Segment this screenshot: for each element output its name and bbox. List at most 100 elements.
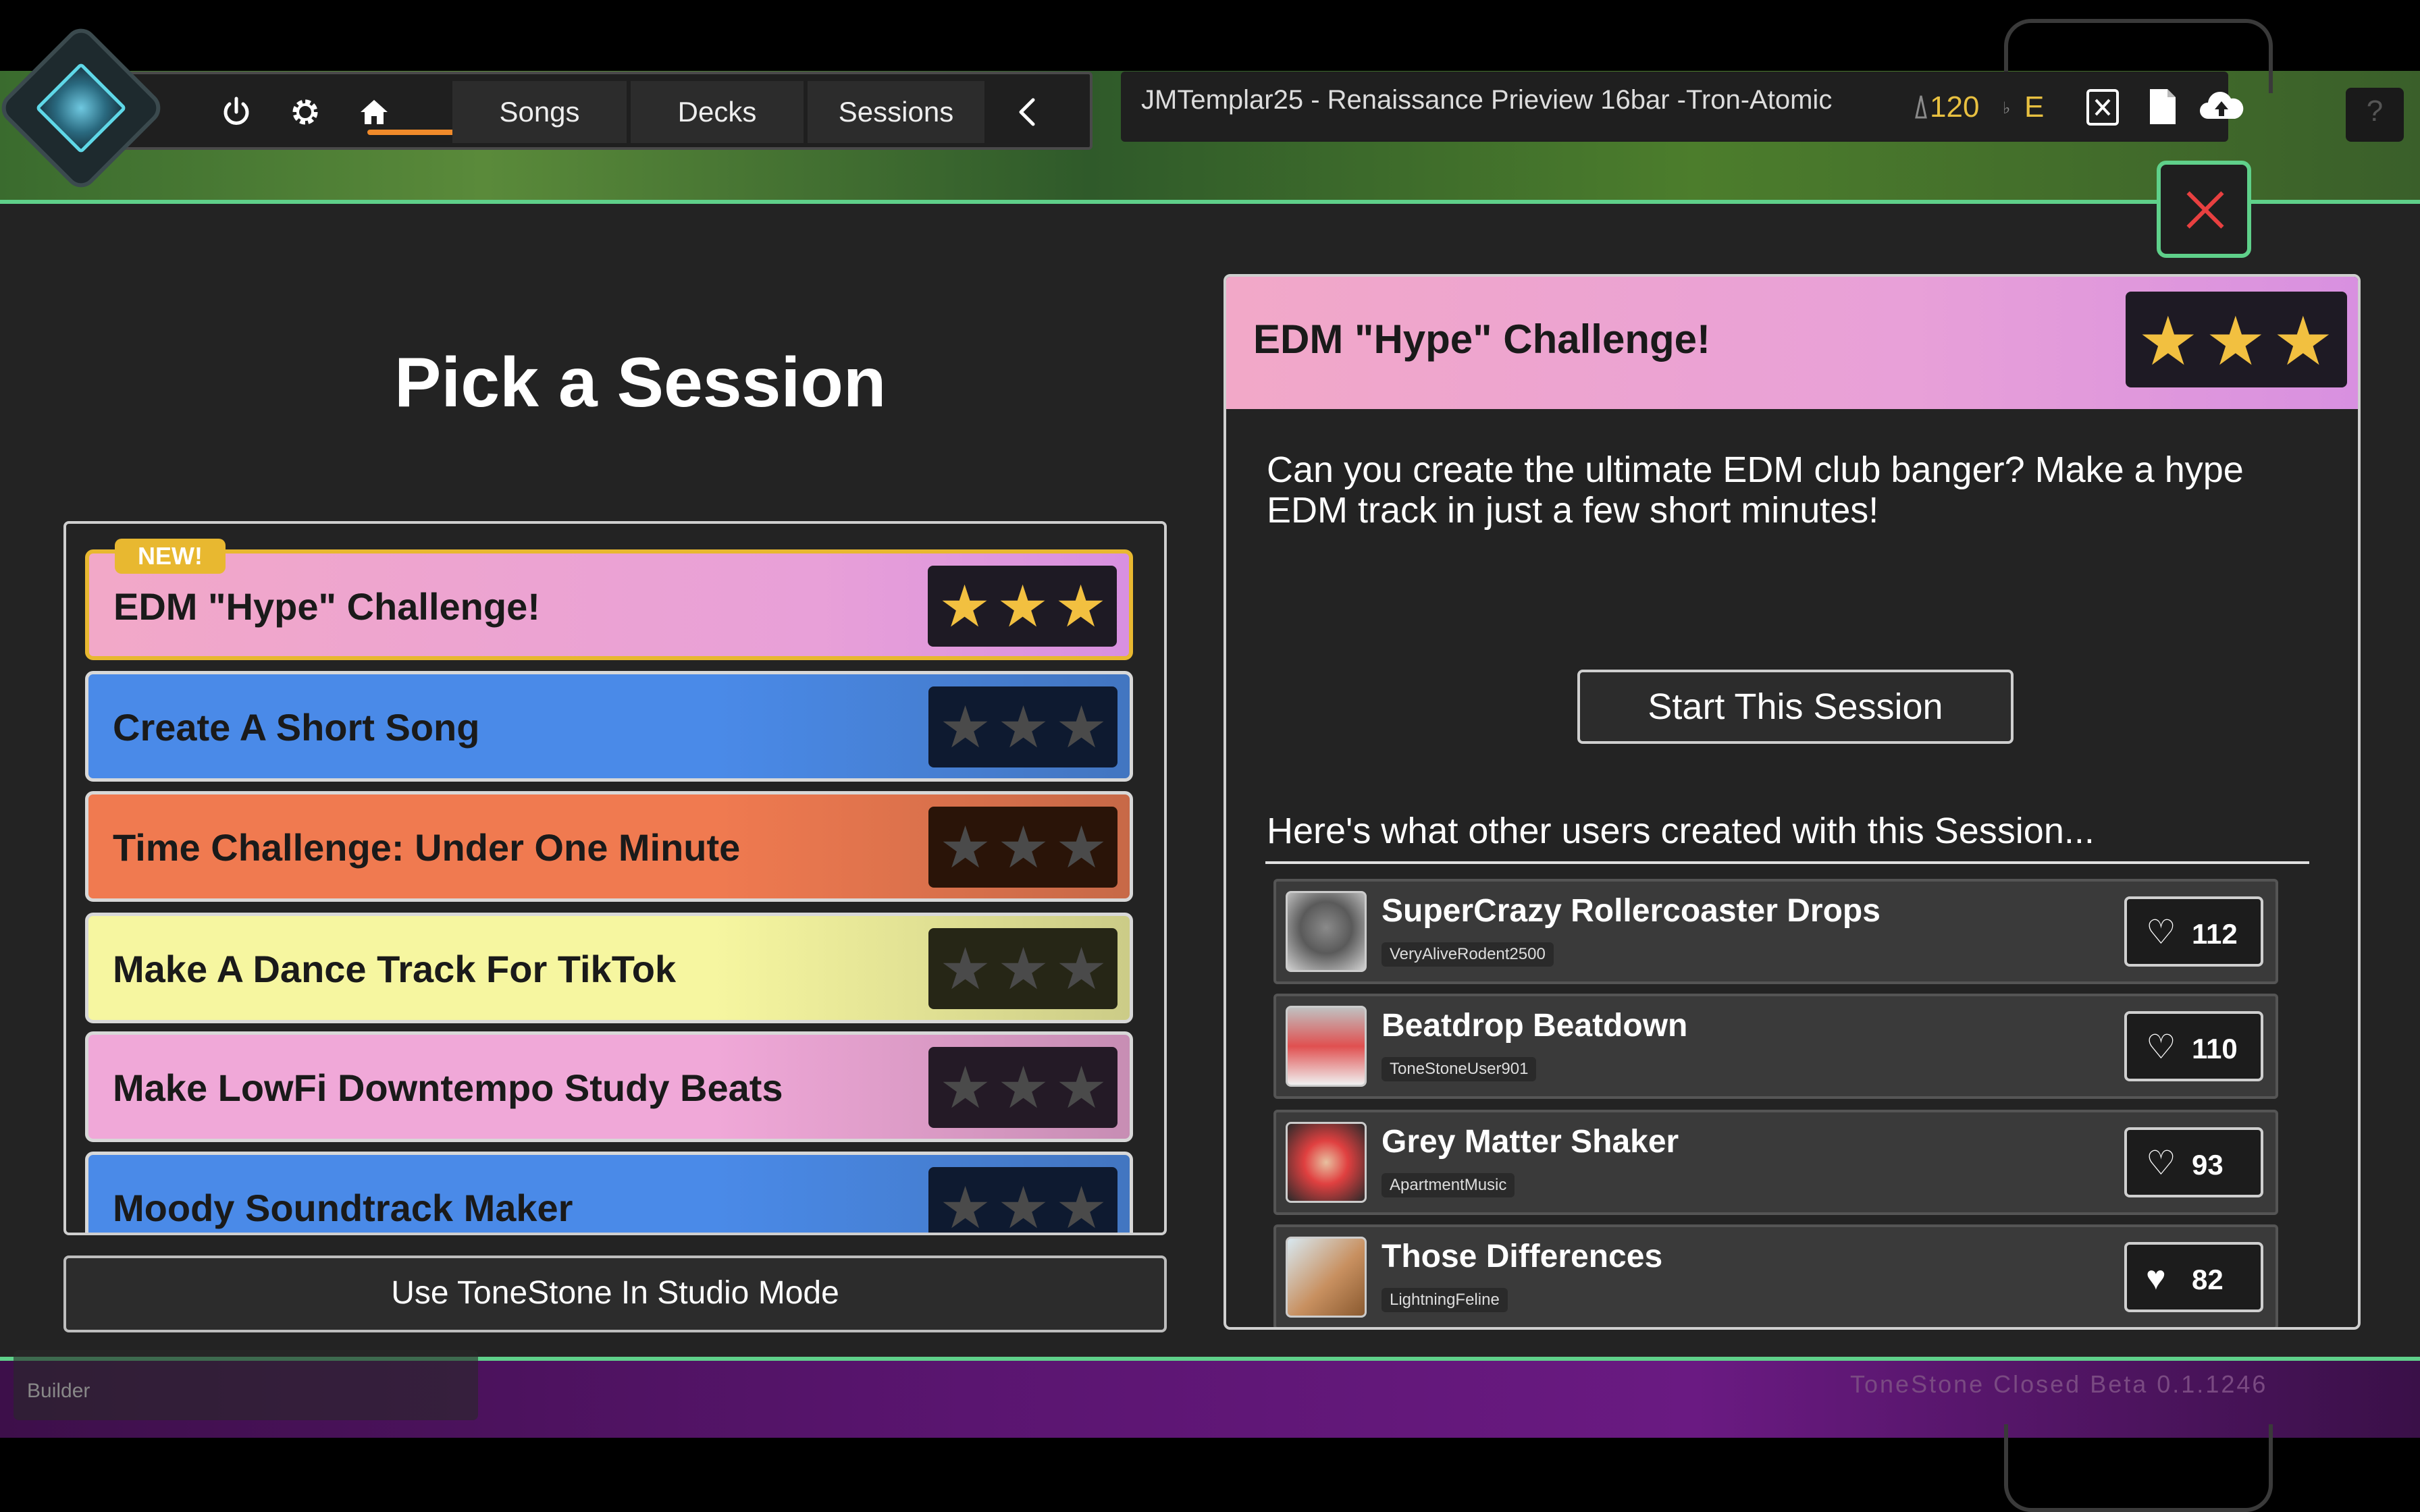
tab-sessions[interactable]: Sessions (808, 81, 984, 143)
song-title-bar: JMTemplar25 - Renaissance Prieview 16bar… (1121, 72, 2244, 142)
star-empty-icon: ★ (997, 1056, 1050, 1120)
star-empty-icon: ★ (997, 695, 1050, 760)
help-button[interactable]: ? (2346, 88, 2404, 142)
entry-title: Beatdrop Beatdown (1382, 1008, 1688, 1044)
star-empty-icon: ★ (939, 937, 992, 1002)
session-stars: ★ ★ ★ (928, 686, 1117, 767)
star-empty-icon: ★ (1055, 695, 1108, 760)
heart-filled-icon: ♥ (2146, 1259, 2166, 1297)
star-empty-icon: ★ (997, 937, 1050, 1002)
like-count: 82 (2192, 1264, 2224, 1295)
song-title[interactable]: JMTemplar25 - Renaissance Prieview 16bar… (1141, 85, 1832, 115)
star-empty-icon: ★ (997, 1176, 1050, 1235)
entry-thumbnail (1286, 891, 1367, 972)
detail-description: Can you create the ultimate EDM club ban… (1267, 450, 2244, 531)
session-list[interactable]: EDM "Hype" Challenge! ★ ★ ★ NEW! Create A … (63, 521, 1167, 1235)
star-empty-icon: ★ (997, 815, 1050, 880)
device-frame-bottom (2004, 1424, 2273, 1512)
entry-username: ToneStoneUser901 (1382, 1057, 1537, 1081)
entry-title: SuperCrazy Rollercoaster Drops (1382, 893, 1880, 929)
entry-title: Grey Matter Shaker (1382, 1124, 1679, 1160)
new-badge: NEW! (115, 539, 226, 574)
gear-icon[interactable] (286, 93, 324, 131)
session-stars: ★ ★ ★ (928, 807, 1117, 888)
star-empty-icon: ★ (939, 1176, 992, 1235)
bpm-value[interactable]: 120 (1930, 90, 1979, 124)
version-label: ToneStone Closed Beta 0.1.1246 (1850, 1370, 2268, 1398)
key-value[interactable]: E (2024, 90, 2044, 124)
like-count: 112 (2192, 918, 2238, 950)
session-stars: ★ ★ ★ (928, 1047, 1117, 1128)
star-empty-icon: ★ (1055, 815, 1108, 880)
entry-title: Those Differences (1382, 1239, 1663, 1274)
session-label: Moody Soundtrack Maker (113, 1187, 573, 1229)
session-stars: ★ ★ ★ (928, 1167, 1117, 1235)
like-button[interactable]: ♡ 93 (2124, 1127, 2263, 1197)
like-button[interactable]: ♡ 112 (2124, 896, 2263, 967)
session-item[interactable]: Time Challenge: Under One Minute ★ ★ ★ (85, 791, 1133, 902)
detail-stars: ★ ★ ★ (2126, 292, 2347, 387)
builder-tab[interactable]: Builder (14, 1350, 478, 1420)
star-filled-icon: ★ (1055, 574, 1107, 639)
session-label: Make LowFi Downtempo Study Beats (113, 1066, 783, 1109)
session-item[interactable]: Moody Soundtrack Maker ★ ★ ★ (85, 1152, 1133, 1235)
user-entry[interactable]: SuperCrazy Rollercoaster Drops VeryAlive… (1273, 879, 2278, 984)
tab-songs[interactable]: Songs (452, 81, 627, 143)
star-empty-icon: ★ (1055, 1056, 1108, 1120)
logo-crystal-icon (35, 62, 127, 154)
like-button[interactable]: ♡ 110 (2124, 1011, 2263, 1081)
star-empty-icon: ★ (939, 695, 992, 760)
star-empty-icon: ★ (1055, 937, 1108, 1002)
key-icon: ♭ (2003, 99, 2011, 117)
page-title: Pick a Session (394, 344, 887, 422)
star-empty-icon: ★ (939, 815, 992, 880)
divider (1265, 861, 2309, 864)
top-navigation: Songs Decks Sessions (101, 72, 1093, 150)
star-filled-icon: ★ (2273, 304, 2334, 379)
tab-decks[interactable]: Decks (631, 81, 804, 143)
session-detail-panel: EDM "Hype" Challenge! ★ ★ ★ Can you create… (1224, 274, 2361, 1330)
builder-label: Builder (27, 1380, 90, 1402)
entry-thumbnail (1286, 1006, 1367, 1087)
entry-username: VeryAliveRodent2500 (1382, 942, 1554, 967)
power-icon[interactable] (217, 93, 255, 131)
heart-outline-icon: ♡ (2146, 1028, 2176, 1066)
session-item[interactable]: Create A Short Song ★ ★ ★ (85, 671, 1133, 782)
session-label: EDM "Hype" Challenge! (113, 585, 540, 628)
session-stars: ★ ★ ★ (928, 928, 1117, 1009)
cloud-upload-icon[interactable] (2197, 85, 2244, 128)
session-item[interactable]: Make LowFi Downtempo Study Beats ★ ★ ★ (85, 1031, 1133, 1142)
clear-icon[interactable] (2081, 85, 2124, 128)
entry-thumbnail (1286, 1237, 1367, 1318)
user-entry[interactable]: Those Differences LightningFeline ♥ 82 (1273, 1224, 2278, 1327)
star-empty-icon: ★ (939, 1056, 992, 1120)
like-count: 93 (2192, 1149, 2224, 1181)
user-entry[interactable]: Beatdrop Beatdown ToneStoneUser901 ♡ 110 (1273, 994, 2278, 1099)
star-filled-icon: ★ (997, 574, 1049, 639)
detail-title: EDM "Hype" Challenge! (1253, 317, 1710, 362)
session-item[interactable]: EDM "Hype" Challenge! ★ ★ ★ (85, 549, 1133, 660)
others-heading: Here's what other users created with thi… (1267, 811, 2095, 851)
entry-username: ApartmentMusic (1382, 1173, 1515, 1197)
close-button[interactable] (2157, 161, 2251, 258)
session-item[interactable]: Make A Dance Track For TikTok ★ ★ ★ (85, 913, 1133, 1023)
chevron-left-icon[interactable] (1009, 93, 1047, 131)
session-stars: ★ ★ ★ (928, 566, 1117, 647)
home-icon[interactable] (355, 93, 393, 131)
heart-outline-icon: ♡ (2146, 913, 2176, 951)
help-label: ? (2366, 94, 2384, 128)
star-filled-icon: ★ (939, 574, 991, 639)
user-entry[interactable]: Grey Matter Shaker ApartmentMusic ♡ 93 (1273, 1110, 2278, 1215)
star-filled-icon: ★ (2205, 304, 2266, 379)
studio-mode-button[interactable]: Use ToneStone In Studio Mode (63, 1256, 1167, 1332)
detail-header: EDM "Hype" Challenge! ★ ★ ★ (1226, 277, 2358, 409)
entry-username: LightningFeline (1382, 1288, 1508, 1312)
session-label: Create A Short Song (113, 706, 480, 749)
like-button[interactable]: ♥ 82 (2124, 1242, 2263, 1312)
star-filled-icon: ★ (2138, 304, 2199, 379)
heart-outline-icon: ♡ (2146, 1144, 2176, 1182)
file-icon[interactable] (2140, 85, 2184, 128)
session-label: Make A Dance Track For TikTok (113, 948, 677, 990)
start-session-button[interactable]: Start This Session (1577, 670, 2014, 744)
entry-thumbnail (1286, 1122, 1367, 1203)
